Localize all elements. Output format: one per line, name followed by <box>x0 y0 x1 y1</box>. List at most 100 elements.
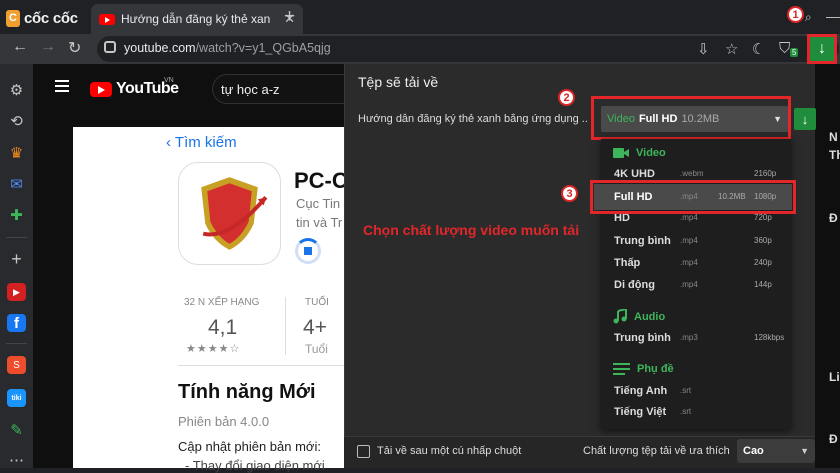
shopee-icon[interactable]: S <box>7 356 26 374</box>
right-text-2: Th <box>829 148 840 162</box>
option-ext: .srt <box>680 386 692 395</box>
tab-title: Hướng dẫn đăng ký thẻ xanh <box>121 12 271 26</box>
facebook-icon[interactable]: f <box>7 314 26 332</box>
option-label: Thấp <box>614 257 641 269</box>
site-info-icon[interactable] <box>104 41 116 53</box>
section-audio: Audio <box>613 309 665 324</box>
option-ext: .mp4 <box>680 280 698 289</box>
option-ext: .webm <box>680 169 704 178</box>
option-res: 128kbps <box>754 333 785 342</box>
rank-value: 4,1 <box>208 316 238 339</box>
stop-square-icon <box>304 247 312 255</box>
one-click-checkbox[interactable] <box>357 445 370 458</box>
option-label: 4K UHD <box>614 168 655 180</box>
option-ext: .mp4 <box>680 258 698 267</box>
option-label: Tiếng Việt <box>614 406 667 418</box>
preferred-quality-value: Cao <box>743 445 764 457</box>
whats-new-heading: Tính năng Mới <box>178 381 316 403</box>
one-click-label: Tải về sau một cú nhấp chuột <box>377 445 522 457</box>
step-3-highlight <box>590 180 796 214</box>
version-text: Phiên bản 4.0.0 <box>178 414 270 429</box>
section-subtitles-label: Phụ đề <box>637 363 674 375</box>
browser-brand: cốc cốc <box>24 9 78 27</box>
option-label: Trung bình <box>614 332 671 344</box>
messenger-icon[interactable]: ✉ <box>7 175 26 193</box>
subtitles-icon <box>613 363 630 375</box>
age-label: TUỔI <box>305 297 329 308</box>
tiki-icon[interactable]: tiki <box>7 389 26 407</box>
search-tabs-icon[interactable]: ⌕ <box>805 10 812 25</box>
option-label: Tiếng Anh <box>614 385 668 397</box>
dark-mode-moon-icon[interactable]: ☾ <box>752 40 765 58</box>
section-audio-label: Audio <box>634 310 666 323</box>
youtube-search-value: tự học a-z <box>221 82 280 97</box>
option-4k-uhd[interactable]: 4K UHD .webm 2160p <box>614 168 790 180</box>
reload-icon[interactable]: ↻ <box>68 38 81 58</box>
new-tab-button[interactable]: + <box>284 7 295 26</box>
shield-extension-icon[interactable]: ⛉ <box>779 40 790 57</box>
right-text-4: Li <box>829 370 840 384</box>
step-3-badge: 3 <box>561 185 578 202</box>
crown-icon[interactable]: ♛ <box>7 144 26 162</box>
right-page-edge <box>815 64 840 468</box>
url-path: /watch?v=y1_QGbA5qjg <box>195 41 331 55</box>
start-download-button[interactable]: ↓ <box>794 108 816 130</box>
youtube-shortcut-icon[interactable]: ▶ <box>7 283 26 301</box>
section-divider <box>178 365 353 366</box>
gamepad-icon[interactable]: ✚ <box>7 206 26 224</box>
youtube-favicon-icon <box>99 13 115 25</box>
option-mobile[interactable]: Di động .mp4 144p <box>614 279 790 291</box>
add-shortcut-icon[interactable]: + <box>7 249 26 269</box>
install-app-icon[interactable]: ⇩ <box>697 40 710 58</box>
option-audio-medium[interactable]: Trung bình .mp3 128kbps <box>614 332 790 344</box>
option-low[interactable]: Thấp .mp4 240p <box>614 257 790 269</box>
more-icon[interactable]: ⋯ <box>7 451 26 469</box>
coccoc-icon: C <box>6 9 20 27</box>
age-sub: Tuổi <box>305 342 328 356</box>
option-label: Di động <box>614 279 655 291</box>
chevron-down-icon: ▼ <box>800 446 809 456</box>
video-back-label: Tìm kiếm <box>174 134 237 151</box>
update-line-1: Cập nhật phiên bản mới: <box>178 439 321 454</box>
preferred-quality-select[interactable]: Cao ▼ <box>737 439 815 463</box>
forward-arrow-icon[interactable]: → <box>40 38 56 56</box>
option-res: 360p <box>754 236 772 245</box>
url-host: youtube.com <box>124 41 196 55</box>
option-res: 144p <box>754 280 772 289</box>
rank-label: 32 N XẾP HẠNG <box>184 297 260 308</box>
settings-gear-icon[interactable]: ⚙ <box>7 81 26 99</box>
coccoc-logo[interactable]: C cốc cốc <box>6 8 78 28</box>
option-ext: .srt <box>680 407 692 416</box>
tab-youtube[interactable]: Hướng dẫn đăng ký thẻ xanh ✕ <box>91 4 303 34</box>
bookmark-star-icon[interactable]: ☆ <box>725 40 738 58</box>
download-arrow-icon: ↓ <box>801 111 809 127</box>
video-back-link: ‹ Tìm kiếm <box>166 134 237 151</box>
hamburger-menu-icon[interactable] <box>55 80 69 95</box>
music-note-icon <box>613 309 627 324</box>
right-text-5: Đ <box>829 432 838 446</box>
option-res: 720p <box>754 213 772 222</box>
video-app-sub-1: Cục Tin <box>296 196 341 211</box>
option-sub-english[interactable]: Tiếng Anh .srt <box>614 385 790 397</box>
back-arrow-icon[interactable]: ← <box>12 38 28 56</box>
extension-sidebar-icon[interactable]: ✎ <box>7 421 26 439</box>
video-camera-icon <box>613 148 629 158</box>
savior-download-button[interactable]: ↓ <box>807 34 837 64</box>
shield-icon <box>201 177 268 250</box>
step-1-badge: 1 <box>787 6 804 23</box>
option-medium[interactable]: Trung bình .mp4 360p <box>614 235 790 247</box>
option-sub-vietnamese[interactable]: Tiếng Việt .srt <box>614 406 790 418</box>
update-line-2: - Thay đổi giao diện mới <box>185 458 325 473</box>
history-icon[interactable]: ⟲ <box>7 112 26 130</box>
option-ext: .mp3 <box>680 333 698 342</box>
option-res: 2160p <box>754 169 777 178</box>
minimize-icon[interactable]: — <box>826 8 840 24</box>
panel-title: Tệp sẽ tải về <box>358 74 439 90</box>
download-arrow-icon: ↓ <box>818 40 826 57</box>
url-text[interactable]: youtube.com/watch?v=y1_QGbA5qjg <box>124 41 331 55</box>
stats-divider <box>285 297 286 355</box>
age-value: 4+ <box>303 316 327 339</box>
right-text-3: Đ <box>829 211 838 225</box>
panel-video-title: Hướng dẫn đăng ký thẻ xanh bằng ứng dụng… <box>358 113 588 125</box>
app-shield-logo <box>178 162 281 265</box>
